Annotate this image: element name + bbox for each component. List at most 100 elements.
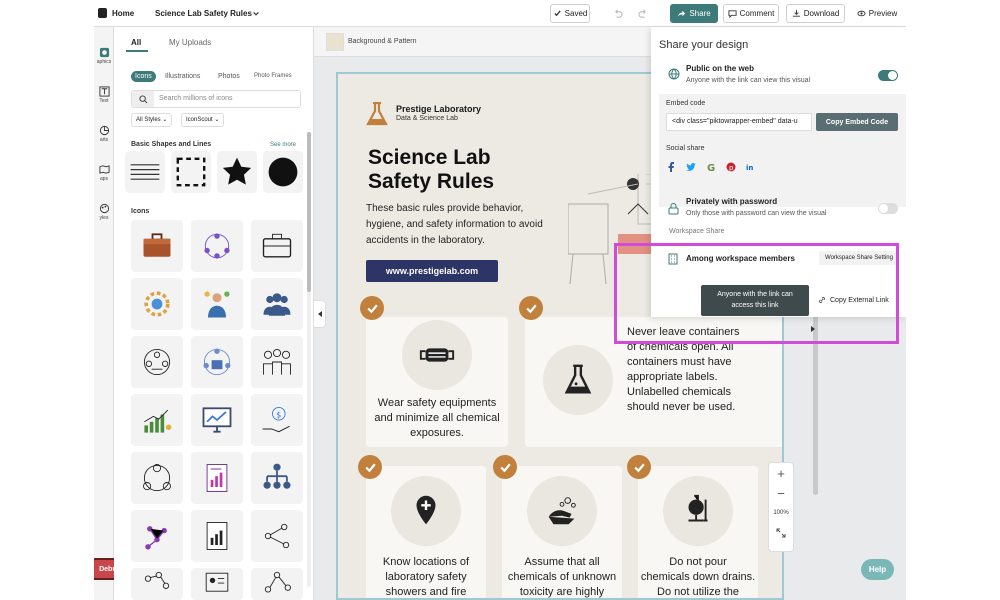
icon-tile-report[interactable]: [191, 452, 243, 504]
meeting-icon: [143, 348, 171, 376]
poster-title-line2: Safety Rules: [368, 170, 495, 193]
share-icon: [678, 10, 686, 17]
public-title: Public on the web: [686, 64, 755, 73]
icon-tile-molecule[interactable]: [131, 510, 183, 562]
icon-tile-hierarchy[interactable]: [251, 452, 303, 504]
rail-item-graphics[interactable]: aphics: [94, 47, 114, 65]
chip-icons[interactable]: Icons: [131, 71, 156, 82]
icon-tile-team[interactable]: [251, 278, 303, 330]
icon-tile-nodes[interactable]: [251, 510, 303, 562]
chevron-down-icon[interactable]: [252, 10, 260, 18]
undo-icon[interactable]: [612, 8, 623, 19]
icon-tile-id[interactable]: [191, 568, 243, 600]
icon-tile-businessman[interactable]: [191, 278, 243, 330]
basic-shapes-title: Basic Shapes and Lines: [131, 141, 212, 148]
pinterest-icon[interactable]: p: [726, 162, 736, 172]
icon-tile-investment[interactable]: $: [251, 394, 303, 446]
back-icon[interactable]: [98, 8, 107, 18]
tab-all[interactable]: All: [131, 38, 141, 47]
rule-3-line-2: laboratory safety: [385, 571, 467, 583]
tooltip-line-1: Anyone with the link can: [717, 291, 793, 298]
flask-logo-icon: [366, 102, 388, 126]
preview-button[interactable]: Preview: [850, 4, 904, 23]
saved-label: Saved: [564, 9, 588, 18]
social-icons: G p in: [666, 162, 756, 172]
icon-tile-document-chart[interactable]: [191, 510, 243, 562]
rule-card-4: Assume that all chemicals of unknown tox…: [502, 466, 622, 598]
rail-item-text[interactable]: Text: [94, 86, 114, 104]
copy-embed-button[interactable]: Copy Embed Code: [816, 113, 898, 131]
share-button[interactable]: Share: [670, 4, 718, 23]
panel-scrollbar[interactable]: [307, 132, 311, 587]
rail-item-maps[interactable]: aps: [94, 164, 114, 182]
brand-name: Prestige Laboratory: [396, 104, 482, 114]
rule-card-2: Never leave containers of chemicals open…: [525, 317, 782, 447]
rail-item-charts[interactable]: arts: [94, 125, 114, 143]
icon-tile-graph[interactable]: [251, 568, 303, 600]
embed-code-input[interactable]: <div class="piktowrapper-embed" data-u: [666, 113, 812, 131]
icon-tile-org[interactable]: [131, 452, 183, 504]
public-toggle[interactable]: [878, 70, 898, 81]
download-button[interactable]: Download: [786, 4, 845, 23]
icon-tile-case-outline[interactable]: [251, 220, 303, 272]
icon-tile-network-blue[interactable]: [191, 336, 243, 388]
icon-tile-gear-ring[interactable]: [131, 278, 183, 330]
expand-icon[interactable]: [776, 528, 786, 538]
rail-label-graphics: aphics: [96, 59, 112, 65]
password-toggle[interactable]: [878, 203, 898, 214]
linkedin-icon[interactable]: in: [746, 162, 756, 172]
see-more-link[interactable]: See more: [270, 142, 296, 148]
check-badge-5: [627, 455, 651, 479]
rail-item-styles[interactable]: yles: [94, 203, 114, 221]
left-rail: aphics Text arts aps yles: [94, 27, 114, 600]
zoom-out-button[interactable]: −: [769, 486, 793, 501]
icon-tile-briefcase[interactable]: [131, 220, 183, 272]
brand-subtitle: Data & Science Lab: [396, 115, 458, 122]
lines-icon: [130, 164, 160, 180]
document-chart-icon: [206, 522, 228, 550]
background-swatch[interactable]: [326, 33, 344, 51]
check-icon: [554, 10, 561, 17]
group-outline-icon: [263, 348, 291, 375]
icon-tile-group[interactable]: [251, 336, 303, 388]
chip-illustrations[interactable]: Illustrations: [165, 73, 200, 80]
document-title[interactable]: Science Lab Safety Rules: [155, 9, 252, 18]
workspace-settings-button[interactable]: Workspace Share Setting: [819, 251, 899, 265]
source-filter[interactable]: IconScout ⌄: [181, 113, 225, 127]
chevron-left-icon: [317, 311, 322, 317]
check-badge-2: [519, 296, 543, 320]
icon-tile-monitor[interactable]: [191, 394, 243, 446]
facebook-icon[interactable]: [666, 162, 676, 172]
share-panel: Share your design Public on the web Anyo…: [651, 27, 906, 317]
shape-lines[interactable]: [125, 151, 165, 193]
shape-star[interactable]: [217, 151, 257, 193]
google-icon[interactable]: G: [706, 162, 716, 172]
chip-photos[interactable]: Photos: [218, 73, 240, 80]
chip-photo-frames[interactable]: Photo Frames: [254, 73, 292, 79]
styles-filter[interactable]: All Styles ⌄: [131, 113, 173, 127]
check-badge-1: [360, 296, 384, 320]
icon-tile-growth[interactable]: [131, 394, 183, 446]
icon-tile-molecule-2[interactable]: [131, 568, 183, 600]
circle-icon: [268, 157, 298, 187]
social-share-label: Social share: [666, 145, 705, 152]
help-button[interactable]: Help: [861, 559, 894, 580]
tab-my-uploads[interactable]: My Uploads: [169, 38, 211, 47]
rule-1-line-1: Wear safety equipments: [377, 397, 497, 409]
redo-icon[interactable]: [638, 8, 649, 19]
background-pattern-label[interactable]: Background & Pattern: [348, 38, 417, 45]
copy-external-link-button[interactable]: Copy External Link: [814, 292, 904, 308]
shape-dashed-rect[interactable]: [171, 151, 211, 193]
icon-tile-network[interactable]: [191, 220, 243, 272]
saved-button[interactable]: Saved: [550, 4, 590, 23]
scroll-right-icon[interactable]: [810, 325, 816, 333]
search-input[interactable]: Search millions of icons: [131, 90, 301, 108]
zoom-controls: + − 100%: [768, 462, 794, 552]
icon-tile-meeting[interactable]: [131, 336, 183, 388]
collapse-panel-button[interactable]: [314, 300, 326, 328]
home-link[interactable]: Home: [112, 9, 134, 18]
comment-button[interactable]: Comment: [723, 4, 779, 23]
shape-circle[interactable]: [263, 151, 303, 193]
twitter-icon[interactable]: [686, 162, 696, 172]
zoom-in-button[interactable]: +: [769, 466, 793, 481]
